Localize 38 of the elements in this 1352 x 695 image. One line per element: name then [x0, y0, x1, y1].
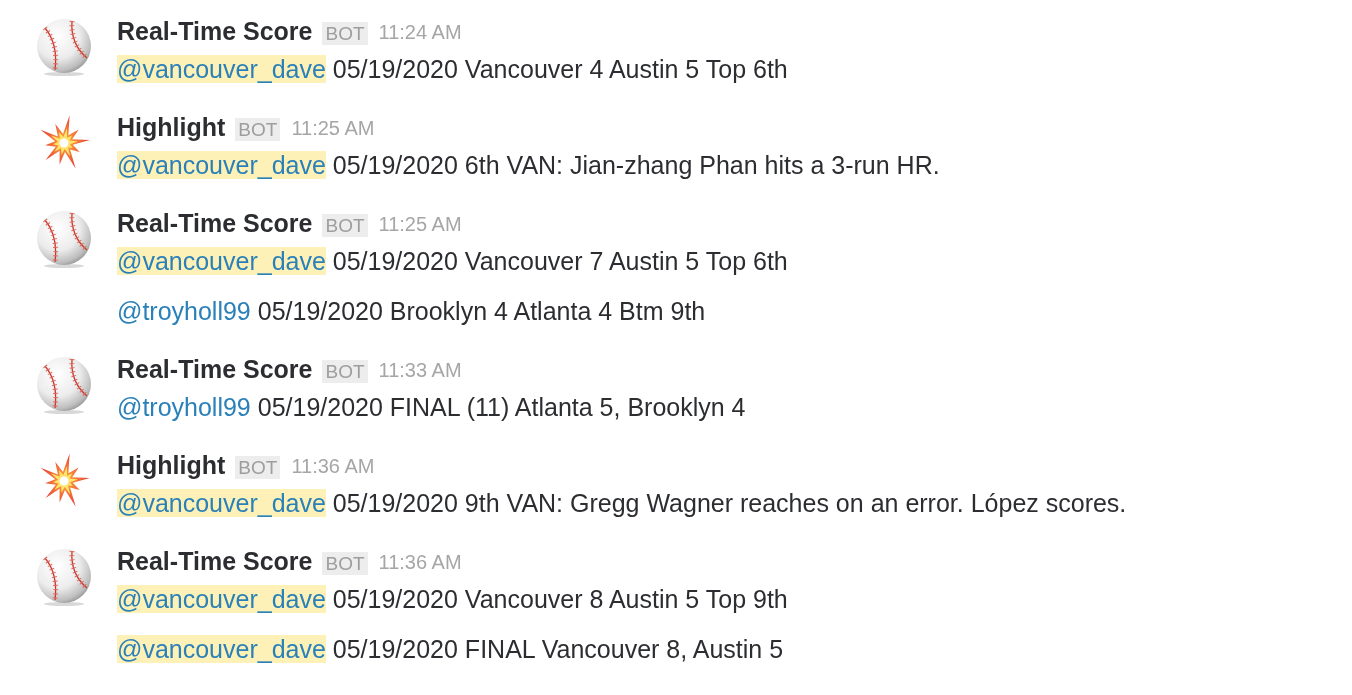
message-text: @vancouver_dave 05/19/2020 FINAL Vancouver 8, Austin 5 [117, 634, 785, 664]
message-time[interactable]: 11:33 AM [378, 358, 462, 382]
message-time[interactable]: 11:36 AM [291, 454, 375, 478]
message-time[interactable]: 11:25 AM [378, 212, 462, 236]
sender-name[interactable]: Real-Time Score [117, 546, 313, 576]
message-time[interactable]: 11:25 AM [291, 116, 375, 140]
message-text: @troyholl99 05/19/2020 FINAL (11) Atlanta 5, Brooklyn 4 [117, 392, 747, 422]
bot-label: BOT [322, 21, 368, 45]
user-mention[interactable]: @vancouver_dave [117, 55, 326, 83]
message-text: @troyholl99 05/19/2020 Brooklyn 4 Atlanta 4 Btm 9th [117, 296, 707, 326]
message-text: @vancouver_dave 05/19/2020 Vancouver 8 Austin 5 Top 9th [117, 584, 789, 614]
sender-name[interactable]: Highlight [117, 450, 226, 480]
sender-name[interactable]: Real-Time Score [117, 16, 313, 46]
bot-label: BOT [322, 359, 368, 383]
baseball-icon [35, 18, 93, 76]
message-text: @vancouver_dave 05/19/2020 Vancouver 7 Austin 5 Top 6th [117, 246, 789, 276]
user-mention[interactable]: @vancouver_dave [117, 635, 326, 663]
sender-name[interactable]: Real-Time Score [117, 208, 313, 238]
message-time[interactable]: 11:24 AM [378, 20, 462, 44]
bot-label: BOT [322, 213, 368, 237]
message-text: @vancouver_dave 05/19/2020 Vancouver 4 Austin 5 Top 6th [117, 54, 789, 84]
bot-label: BOT [235, 117, 281, 141]
user-mention[interactable]: @vancouver_dave [117, 489, 326, 517]
message-time[interactable]: 11:36 AM [378, 550, 462, 574]
baseball-icon [35, 210, 93, 268]
user-mention[interactable]: @troyholl99 [117, 297, 251, 325]
sender-name[interactable]: Real-Time Score [117, 354, 313, 384]
baseball-icon [35, 356, 93, 414]
user-mention[interactable]: @troyholl99 [117, 393, 251, 421]
sender-name[interactable]: Highlight [117, 112, 226, 142]
user-mention[interactable]: @vancouver_dave [117, 151, 326, 179]
message-text: @vancouver_dave 05/19/2020 6th VAN: Jian-zhang Phan hits a 3-run HR. [117, 150, 941, 180]
bot-label: BOT [235, 455, 281, 479]
baseball-icon [35, 548, 93, 606]
user-mention[interactable]: @vancouver_dave [117, 247, 326, 275]
message-text: @vancouver_dave 05/19/2020 9th VAN: Gregg Wagner reaches on an error. López scores. [117, 488, 1128, 518]
user-mention[interactable]: @vancouver_dave [117, 585, 326, 613]
bot-label: BOT [322, 551, 368, 575]
